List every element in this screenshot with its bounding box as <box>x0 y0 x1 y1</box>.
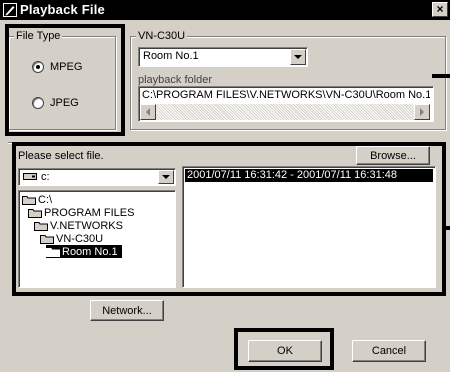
scroll-right-icon[interactable] <box>414 104 430 120</box>
network-button[interactable]: Network... <box>90 300 164 321</box>
playback-folder-label: playback folder <box>136 74 214 86</box>
radio-mpeg[interactable]: MPEG <box>32 61 82 73</box>
tree-item-label: VN-C30U <box>56 232 104 245</box>
window-title: Playback File <box>20 2 105 17</box>
radio-mpeg-label: MPEG <box>50 61 83 73</box>
file-list[interactable]: 2001/07/11 16:31:42 - 2001/07/11 16:31:4… <box>182 166 436 288</box>
open-folder-icon <box>22 195 36 205</box>
folder-scrollbar[interactable] <box>140 104 430 120</box>
device-select[interactable]: Room No.1 <box>138 47 308 67</box>
open-folder-icon <box>28 208 42 218</box>
close-icon[interactable]: × <box>432 2 448 17</box>
tree-item-label: Room No.1 <box>62 245 118 258</box>
browse-button[interactable]: Browse... <box>356 146 430 165</box>
tree-item-root[interactable]: C:\ <box>22 193 52 206</box>
radio-jpeg[interactable]: JPEG <box>32 97 79 109</box>
scroll-left-icon[interactable] <box>140 104 156 120</box>
tree-item-v-networks[interactable]: V.NETWORKS <box>34 219 123 232</box>
drive-select-value: c: <box>41 171 50 183</box>
playback-folder-path: C:\PROGRAM FILES\V.NETWORKS\VN-C30U\Room… <box>142 89 430 101</box>
playback-file-dialog: Playback File × File Type MPEG JPEG VN-C… <box>0 0 450 372</box>
tree-item-label: PROGRAM FILES <box>44 206 135 219</box>
open-folder-icon <box>40 234 54 244</box>
file-type-label: File Type <box>14 30 63 42</box>
radio-button-icon <box>32 97 44 109</box>
device-select-value: Room No.1 <box>143 50 199 62</box>
radio-button-icon <box>32 61 44 73</box>
file-list-item[interactable]: 2001/07/11 16:31:42 - 2001/07/11 16:31:4… <box>185 169 433 182</box>
open-folder-icon <box>34 221 48 231</box>
ok-button[interactable]: OK <box>248 340 322 362</box>
tree-item-vn-c30u[interactable]: VN-C30U <box>40 232 103 245</box>
title-bar[interactable]: Playback File × <box>0 0 450 20</box>
tree-item-label: V.NETWORKS <box>50 219 123 232</box>
select-file-prompt: Please select file. <box>18 150 104 162</box>
tree-item-label: C:\ <box>38 193 53 206</box>
drive-icon <box>23 172 37 181</box>
chevron-down-icon[interactable] <box>158 170 174 184</box>
playback-folder-field: C:\PROGRAM FILES\V.NETWORKS\VN-C30U\Room… <box>138 86 434 122</box>
device-label: VN-C30U <box>136 30 188 42</box>
drive-select[interactable]: c: <box>18 168 176 186</box>
divider <box>8 142 444 144</box>
tree-item-room-no1[interactable]: Room No.1 <box>46 245 122 258</box>
folder-tree[interactable]: C:\ PROGRAM FILES V.NETWORKS VN-C30U Roo… <box>18 190 176 288</box>
tree-item-program-files[interactable]: PROGRAM FILES <box>28 206 134 219</box>
cancel-button[interactable]: Cancel <box>352 340 426 362</box>
open-folder-icon <box>46 247 60 257</box>
annotation-pointer <box>442 226 450 230</box>
radio-jpeg-label: JPEG <box>50 97 79 109</box>
chevron-down-icon[interactable] <box>290 49 306 65</box>
file-type-group <box>8 36 116 130</box>
playback-icon <box>3 3 17 17</box>
